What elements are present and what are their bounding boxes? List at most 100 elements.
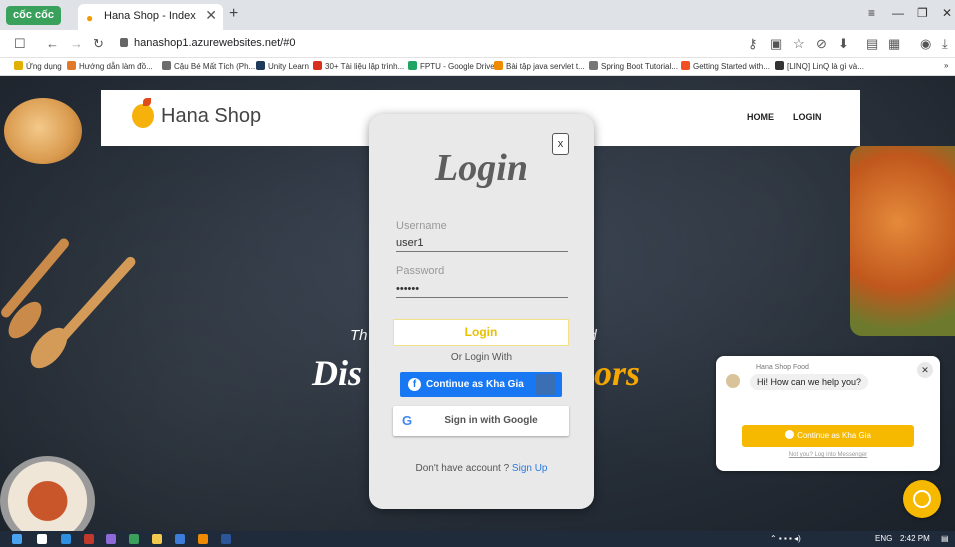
chat-not-you-link[interactable]: Not you? Log into Messenger	[716, 452, 940, 458]
username-input[interactable]	[396, 234, 568, 252]
downloads-tray-icon[interactable]: ⤓	[942, 36, 948, 52]
bookmark-item[interactable]: [LINQ] LinQ là gì và...	[775, 61, 864, 71]
tab-close-icon[interactable]: ✕	[205, 7, 217, 24]
messenger-chat-widget: Hana Shop Food Hi! How can we help you? …	[716, 356, 940, 471]
menu-icon[interactable]: ≡	[868, 6, 875, 20]
extension-icon[interactable]: ▤	[866, 36, 878, 52]
tray-icons[interactable]: ⌃ ▪ ▪ ▪ ◂)	[770, 534, 801, 543]
chat-close-button[interactable]: ✕	[917, 362, 933, 378]
bookmark-favicon-icon	[162, 61, 171, 70]
coccoc-icon[interactable]	[129, 534, 139, 544]
signup-prompt-text: Don't have account ?	[415, 463, 510, 474]
star-icon[interactable]: ☆	[793, 36, 805, 52]
login-modal: x Login Username Password Login Or Login…	[369, 114, 594, 509]
tab-title: Hana Shop - Index	[104, 10, 196, 22]
window-close-icon[interactable]: ✕	[942, 6, 952, 20]
messenger-icon	[913, 490, 931, 508]
or-login-with-text: Or Login With	[450, 352, 513, 363]
apps-grid-icon	[14, 61, 23, 70]
nav-home[interactable]: HOME	[747, 112, 774, 122]
bookmark-item[interactable]: Bài tập java servlet t...	[494, 61, 585, 71]
bookmark-item[interactable]: FPTU - Google Drive	[408, 61, 495, 71]
bookmark-item[interactable]: Ứng dụng	[14, 61, 62, 71]
download-icon[interactable]: ⬇	[838, 36, 849, 52]
edge-icon[interactable]	[61, 534, 71, 544]
google-button-label: Sign in with Google	[444, 415, 538, 426]
reader-icon[interactable]: ▦	[888, 36, 900, 52]
messenger-icon	[785, 430, 795, 439]
messenger-launcher-button[interactable]	[903, 480, 941, 518]
browser-brand-logo[interactable]: cốc cốc	[6, 6, 61, 25]
globe-icon	[589, 61, 598, 70]
pasta-tray-image	[850, 146, 955, 336]
bookmark-item[interactable]: Unity Learn	[256, 61, 309, 71]
google-drive-icon	[408, 61, 417, 70]
app-icon[interactable]	[84, 534, 94, 544]
chat-continue-label: Continue as Kha Gia	[797, 431, 871, 440]
windows-taskbar: ⌃ ▪ ▪ ▪ ◂) ENG 2:42 PM ▤	[0, 531, 955, 547]
hero-title-end: ors	[594, 353, 641, 393]
shield-icon[interactable]: ⊘	[816, 36, 827, 52]
facebook-avatar	[536, 374, 556, 395]
bookmark-item[interactable]: Cậu Bé Mất Tích (Ph...	[162, 61, 255, 71]
web-page: Hana Shop HOME LOGIN Th rld Dis ors x Lo…	[0, 76, 955, 531]
bookmark-item[interactable]: 30+ Tài liệu lập trình...	[313, 61, 404, 71]
chat-page-name: Hana Shop Food	[756, 364, 809, 371]
reload-icon[interactable]: ↻	[93, 36, 104, 52]
back-arrow-icon[interactable]: ←	[46, 36, 59, 51]
bookmarks-bar: Ứng dụng Hướng dẫn làm đồ... Cậu Bé Mất …	[0, 58, 955, 76]
facebook-icon: f	[408, 378, 421, 391]
hero-subtitle: Th	[350, 327, 368, 344]
browser-tab-active[interactable]: ● Hana Shop - Index ✕	[78, 4, 223, 30]
file-explorer-icon[interactable]	[152, 534, 162, 544]
chat-greeting: Hi! How can we help you?	[750, 374, 869, 390]
chat-avatar	[726, 374, 740, 388]
maximize-icon[interactable]: ❐	[917, 6, 928, 20]
nav-login[interactable]: LOGIN	[793, 112, 822, 122]
app-icon[interactable]	[221, 534, 231, 544]
bookmark-item[interactable]: Hướng dẫn làm đồ...	[67, 61, 153, 71]
login-button[interactable]: Login	[393, 319, 569, 346]
unity-icon	[256, 61, 265, 70]
signup-link[interactable]: Sign Up	[512, 463, 548, 474]
translate-icon[interactable]: ▣	[770, 36, 782, 52]
sidebar-toggle-icon[interactable]: ☐	[14, 36, 26, 52]
bookmark-favicon-icon	[494, 61, 503, 70]
hana-favicon-icon: ●	[86, 11, 94, 25]
app-icon[interactable]	[198, 534, 208, 544]
url-input[interactable]: hanashop1.azurewebsites.net/#0	[134, 37, 295, 49]
username-label: Username	[396, 220, 447, 232]
bookmark-item[interactable]: Spring Boot Tutorial...	[589, 61, 678, 71]
address-bar-row: ☐ ← → ↻ hanashop1.azurewebsites.net/#0 ⚷…	[0, 30, 955, 58]
language-indicator[interactable]: ENG	[875, 534, 892, 543]
app-icon[interactable]	[175, 534, 185, 544]
minimize-icon[interactable]: —	[892, 6, 904, 20]
google-signin-button[interactable]: G Sign in with Google	[393, 406, 569, 436]
hero-title: Dis	[312, 353, 363, 393]
hana-logo-leaf	[143, 98, 151, 106]
clock[interactable]: 2:42 PM	[900, 534, 930, 543]
chat-continue-button[interactable]: Continue as Kha Gia	[742, 425, 914, 447]
hana-logo-icon[interactable]	[132, 104, 154, 128]
notification-icon[interactable]: ▤	[941, 534, 949, 543]
site-logo-text[interactable]: Hana Shop	[161, 105, 261, 128]
browser-tab-bar: cốc cốc ● Hana Shop - Index ✕ + ≡ — ❐ ✕	[0, 0, 955, 30]
bookmark-favicon-icon	[313, 61, 322, 70]
facebook-button-label: Continue as Kha Gia	[426, 379, 524, 390]
facebook-login-button[interactable]: f Continue as Kha Gia	[400, 372, 562, 397]
store-icon[interactable]	[37, 534, 47, 544]
key-icon[interactable]: ⚷	[748, 36, 758, 52]
password-input[interactable]	[396, 280, 568, 298]
profile-icon[interactable]: ◉	[920, 36, 931, 52]
bookmark-item[interactable]: Getting Started with...	[681, 61, 770, 71]
forward-arrow-icon[interactable]: →	[70, 36, 83, 51]
pasta-nest-image	[4, 98, 82, 164]
modal-title: Login	[435, 147, 528, 189]
visual-studio-icon[interactable]	[106, 534, 116, 544]
lock-icon	[120, 38, 128, 47]
signup-prompt: Don't have account ? Sign Up	[369, 463, 594, 474]
windows-start-icon[interactable]	[12, 534, 22, 544]
microsoft-icon	[681, 61, 690, 70]
bookmarks-more[interactable]: »	[944, 61, 948, 70]
new-tab-button[interactable]: +	[229, 5, 238, 23]
